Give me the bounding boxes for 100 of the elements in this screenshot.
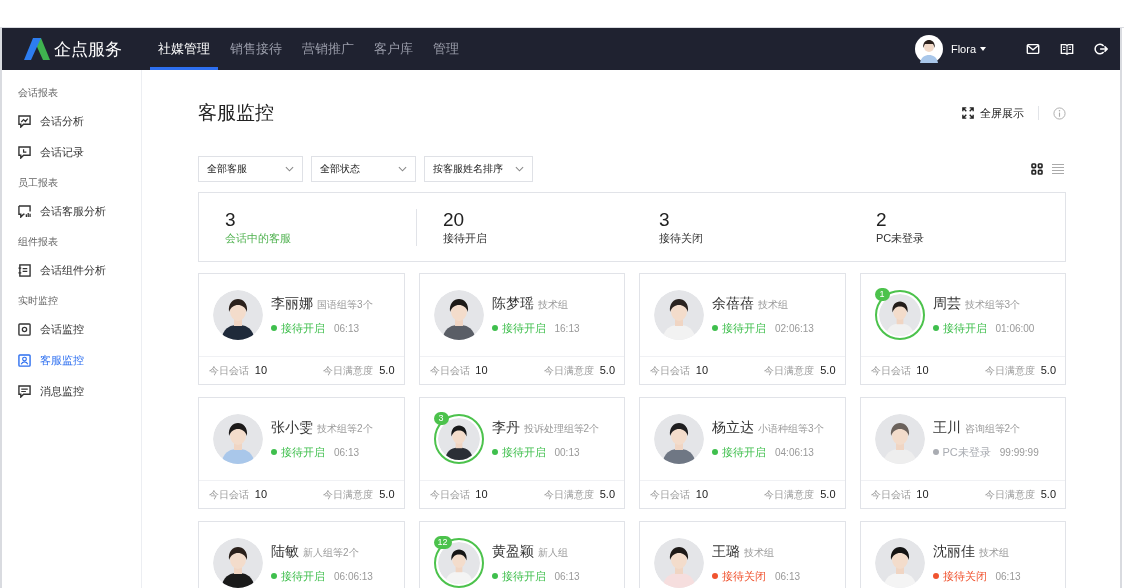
filter-dropdown[interactable]: 全部客服 [198,156,303,182]
agent-name: 陈梦瑶 [491,294,534,313]
sidebar-group-title: 员工报表 [17,176,59,190]
agent-status: 接待开启 [722,444,766,460]
agent-card[interactable]: 3 李丹 投诉处理组等2个 接待开启 00:13 今日会话 10 今日满意度 5.0 [418,397,625,509]
sidebar-item[interactable]: 会话客服分析 [2,196,141,227]
chevron-down-icon [285,166,294,172]
today-chats: 今日会话 10 [870,487,929,502]
status-time: 02:06:13 [775,322,814,334]
filter-dropdown[interactable]: 全部状态 [311,156,416,182]
stat-label: PC未登录 [876,230,926,246]
sidebar-group-title: 会话报表 [17,86,59,100]
today-satisfaction: 今日满意度 5.0 [984,487,1056,502]
nav-tab[interactable]: 管理 [425,28,467,70]
agent-card[interactable]: 李丽娜 国语组等3个 接待开启 06:13 今日会话 10 今日满意度 5.0 [198,273,405,385]
stat-value: 3 [225,208,237,231]
agent-name: 余蓓蓓 [712,294,754,313]
today-satisfaction: 今日满意度 5.0 [543,487,615,502]
widget-icon [18,264,31,277]
stat-value: 3 [659,208,671,231]
today-satisfaction: 今日满意度 5.0 [323,487,395,502]
stat-value: 2 [876,208,888,231]
today-chats: 今日会话 10 [209,363,268,378]
nav-tab[interactable]: 客户库 [366,28,421,70]
sidebar-item[interactable]: 会话分析 [2,106,141,137]
agent-card[interactable]: 余蓓蓓 技术组 接待开启 02:06:13 今日会话 10 今日满意度 5.0 [639,273,846,385]
today-chats: 今日会话 10 [209,487,268,502]
agent-card[interactable]: 沈丽佳 技术组 接待关闭 06:13 [859,521,1066,588]
agent-card[interactable]: 杨立达 小语种组等3个 接待开启 04:06:13 今日会话 10 今日满意度 5.0 [639,397,846,509]
agent-status: 接待开启 [281,444,325,460]
status-time: 99:99:99 [999,446,1039,458]
agent-name: 杨立达 [712,418,754,437]
agent-status: PC未登录 [942,444,991,460]
agent-status: 接待开启 [281,320,325,336]
user-menu[interactable]: Flora [950,43,986,55]
book-icon[interactable] [1060,42,1074,56]
agent-card[interactable]: 王川 咨询组等2个 PC未登录 99:99:99 今日会话 10 今日满意度 5.0 [859,397,1066,509]
logout-icon[interactable] [1094,42,1108,56]
agent-group: 咨询组等2个 [964,421,1021,436]
agent-card[interactable]: 陈梦瑶 技术组 接待开启 16:13 今日会话 10 今日满意度 5.0 [418,273,625,385]
stat-label: 接待开启 [443,230,488,246]
today-chats: 今日会话 10 [870,363,929,378]
chevron-down-icon [398,166,407,172]
brand-name: 企点服务 [54,38,122,61]
agent-group: 技术组等3个 [964,297,1021,312]
agent-group: 新人组 [537,545,568,560]
agent-group: 技术组等2个 [317,421,373,436]
logo-icon [24,38,50,60]
today-satisfaction: 今日满意度 5.0 [323,363,395,378]
mail-icon[interactable] [1026,42,1040,56]
chat-clock-icon [18,146,31,159]
stat-label: 会话中的客服 [225,230,292,246]
agent-group: 新人组等2个 [303,545,359,560]
agent-name: 周芸 [932,294,961,313]
nav-tab[interactable]: 社媒管理 [150,28,218,70]
agent-group: 技术组 [978,545,1009,560]
agent-card[interactable]: 陆敏 新人组等2个 接待开启 06:06:13 [198,521,405,588]
agent-name: 王川 [932,418,961,437]
agent-name: 李丽娜 [271,294,313,313]
filter-dropdown[interactable]: 按客服姓名排序 [424,156,533,182]
agent-card[interactable]: 12 黄盈颖 新人组 接待开启 06:13 [418,521,625,588]
sidebar-item[interactable]: 会话组件分析 [2,255,141,286]
sidebar-item[interactable]: 会话监控 [2,314,141,345]
chart-icon [18,115,31,128]
status-time: 06:13 [554,570,580,582]
agent-group: 国语组等3个 [317,297,373,312]
agent-name: 黄盈颖 [491,542,534,561]
fullscreen-button[interactable]: 全屏展示 [962,105,1024,121]
agent-card[interactable]: 王璐 技术组 接待关闭 06:13 [639,521,846,588]
agent-status: 接待开启 [501,320,546,336]
count-badge: 3 [433,412,449,425]
fullscreen-icon [962,107,974,119]
agent-card[interactable]: 1 周芸 技术组等3个 接待开启 01:06:00 今日会话 10 今日满意度 5.0 [859,273,1066,385]
agent-name: 王璐 [712,542,740,561]
grid-view-icon[interactable] [1031,163,1043,175]
agent-status: 接待关闭 [722,568,766,584]
today-chats: 今日会话 10 [650,363,709,378]
status-time: 06:13 [775,570,801,582]
status-time: 06:13 [334,446,360,458]
sidebar-item[interactable]: 消息监控 [2,376,141,407]
nav-tab[interactable]: 销售接待 [222,28,290,70]
count-badge: 12 [433,536,452,549]
today-satisfaction: 今日满意度 5.0 [764,487,836,502]
sidebar-item[interactable]: 客服监控 [2,345,141,376]
status-time: 06:06:13 [334,570,373,582]
stat-value: 20 [443,208,466,231]
agent-card[interactable]: 张小雯 技术组等2个 接待开启 06:13 今日会话 10 今日满意度 5.0 [198,397,405,509]
agent-name: 李丹 [491,418,520,437]
today-satisfaction: 今日满意度 5.0 [764,363,836,378]
today-satisfaction: 今日满意度 5.0 [984,363,1056,378]
chat-bars-icon [18,205,31,218]
sidebar-item[interactable]: 会话记录 [2,137,141,168]
nav-tab[interactable]: 营销推广 [294,28,362,70]
sidebar-group-title: 组件报表 [17,235,59,249]
agent-name: 沈丽佳 [932,542,975,561]
agent-group: 技术组 [537,297,568,312]
today-chats: 今日会话 10 [429,487,488,502]
today-chats: 今日会话 10 [650,487,709,502]
agent-group: 技术组 [744,545,774,560]
agent-group: 小语种组等3个 [758,421,824,436]
